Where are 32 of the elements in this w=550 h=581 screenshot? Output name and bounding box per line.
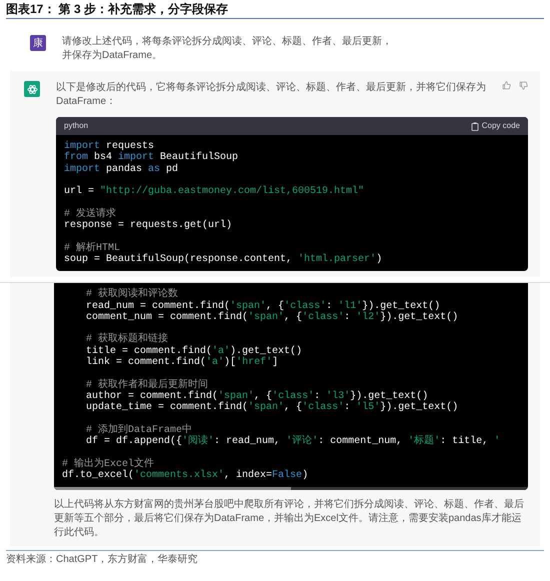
thumbs-down-icon[interactable] <box>519 81 528 90</box>
figure-title: 图表17： 第 3 步：补充需求，分字段保存 <box>6 0 544 19</box>
code-line: read_num = comment.find('span', {'class': 'l1'}).get_text() <box>85 300 440 312</box>
source-note: 资料来源：ChatGPT，东方财富，华泰研究 <box>6 550 544 568</box>
code-line: author = comment.find('span', {'class': 'l3'}).get_text() <box>85 390 428 402</box>
code-line: # 获取作者和最后更新时间 <box>85 378 208 391</box>
code-line: import requests <box>64 141 156 152</box>
code-line: # 发送请求 <box>64 206 118 220</box>
code-line: response = requests.get(url) <box>64 220 234 232</box>
code-line: url = "http://guba.eastmoney.com/list,600519.html" <box>64 184 366 198</box>
code-line: link = comment.find('a')['href'] <box>85 357 280 368</box>
code-line: # 获取阅读和评论数 <box>85 289 180 300</box>
code-line: title = comment.find('a').get_text() <box>85 346 304 357</box>
code-line: # 获取标题和链接 <box>85 332 170 346</box>
message-text: 以上代码将从东方财富网的贵州茅台股吧中爬取所有评论，并将它们拆分成阅读、评论、标题、作者、最后更新等五个部分，最后将它们保存为DataFrame，并输出为Excel文件。请注意，需要安装pandas库才能运行此代码。 <box>54 498 525 540</box>
thumbs-up-icon[interactable] <box>502 81 511 90</box>
code-line: comment_num = comment.find('span', {'class': 'l2'}).get_text() <box>85 312 460 324</box>
copy-code-button[interactable]: Copy code <box>470 120 520 132</box>
language-label: python <box>64 120 88 132</box>
clipboard-icon <box>470 122 479 130</box>
code-line: # 输出为Excel文件 <box>62 456 154 470</box>
code-line: # 解析HTML <box>64 240 120 254</box>
code-line: update_time = comment.find('span', {'class': 'l5'}).get_text() <box>85 402 460 414</box>
code-line: # 添加到DataFrame中 <box>85 422 192 436</box>
code-line: soup = BeautifulSoup(response.content, 'html.parser') <box>64 254 384 266</box>
message-text: 以下是修改后的代码，它将每条评论拆分成阅读、评论、标题、作者、最后更新，并将它们保存为DataFrame： <box>56 81 487 109</box>
message-text: 请修改上述代码，将每条评论拆分成阅读、评论、标题、作者、最后更新，并保存为DataFrame。 <box>62 35 392 63</box>
user-avatar: 康 <box>30 35 46 51</box>
code-line: df = df.append({'阅读': read_num, '评论': comment_num, '标题': title, ' <box>85 436 502 448</box>
code-line: df.to_excel('comments.xlsx', index=False) <box>62 470 310 482</box>
code-line: import pandas as pd <box>64 164 180 175</box>
code-line: from bs4 import BeautifulSoup <box>64 152 240 164</box>
